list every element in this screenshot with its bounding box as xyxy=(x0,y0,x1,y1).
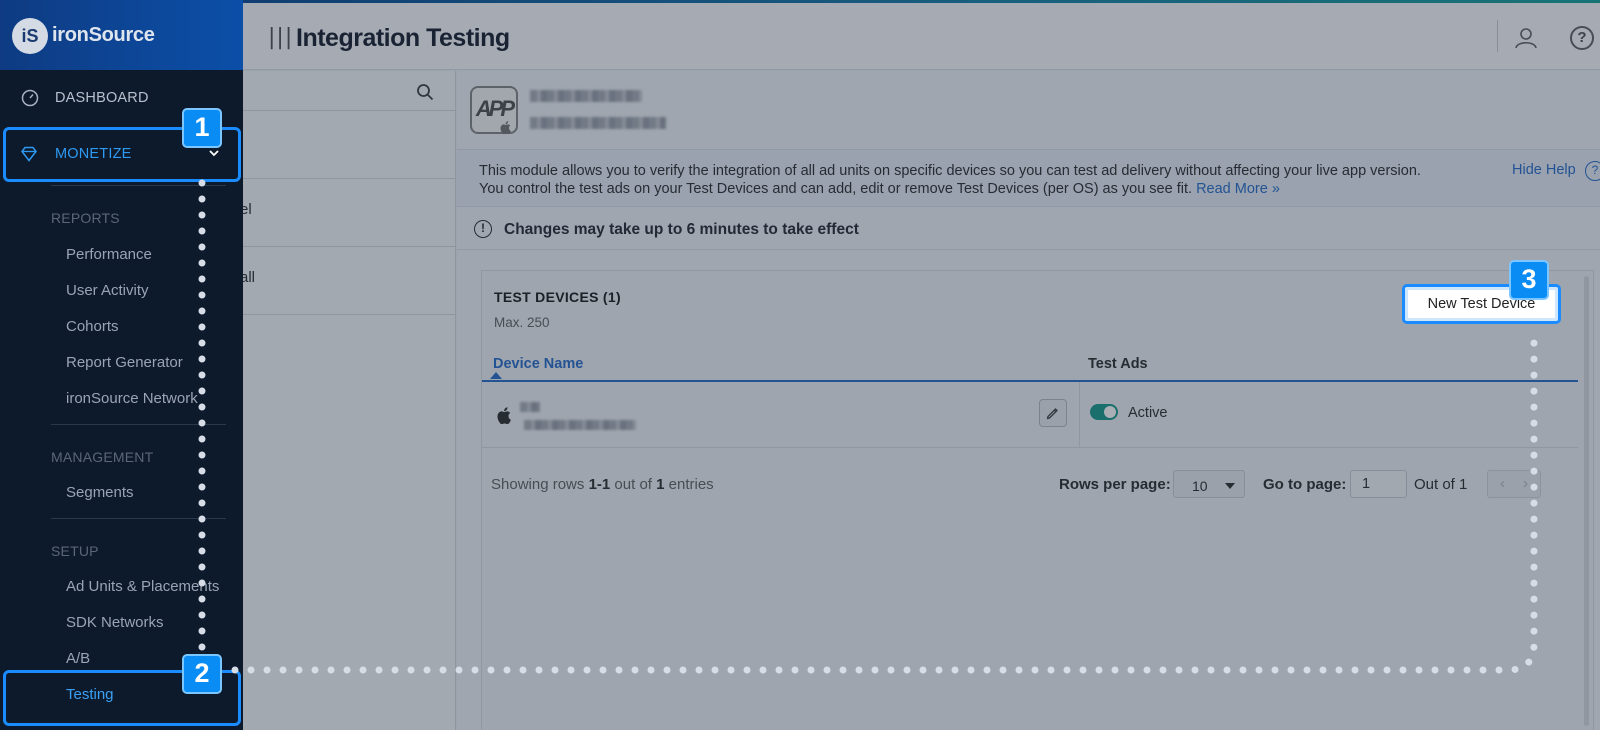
brand-bar: iS ironSource xyxy=(0,0,243,70)
callout-badge-1: 1 xyxy=(182,108,222,148)
section-divider xyxy=(51,185,226,186)
sidebar-item-performance[interactable]: Performance xyxy=(66,246,152,263)
nav-dashboard[interactable]: DASHBOARD xyxy=(55,90,149,106)
sidebar-item-ironsource-network[interactable]: ironSource Network xyxy=(66,390,198,407)
sidebar-item-user-activity[interactable]: User Activity xyxy=(66,282,149,299)
section-divider xyxy=(51,518,226,519)
sidebar-item-ad-units-placements[interactable]: Ad Units & Placements xyxy=(66,578,219,595)
callout-badge-2: 2 xyxy=(182,654,222,694)
gauge-icon xyxy=(21,89,39,107)
sidebar-item-cohorts[interactable]: Cohorts xyxy=(66,318,119,335)
sidebar-item-sdk-networks[interactable]: SDK Networks xyxy=(66,614,164,631)
sidebar-item-report-generator[interactable]: Report Generator xyxy=(66,354,183,371)
section-heading-setup: SETUP xyxy=(51,543,99,559)
section-heading-reports: REPORTS xyxy=(51,210,120,226)
brand-name: ironSource xyxy=(52,24,155,46)
section-divider xyxy=(51,424,226,425)
sidebar-item-ab[interactable]: A/B xyxy=(66,650,90,667)
brand-logo: iS xyxy=(12,18,48,54)
sidebar-item-segments[interactable]: Segments xyxy=(66,484,134,501)
dim-overlay xyxy=(240,0,1600,730)
callout-badge-3: 3 xyxy=(1509,260,1549,300)
section-heading-management: MANAGEMENT xyxy=(51,449,154,465)
